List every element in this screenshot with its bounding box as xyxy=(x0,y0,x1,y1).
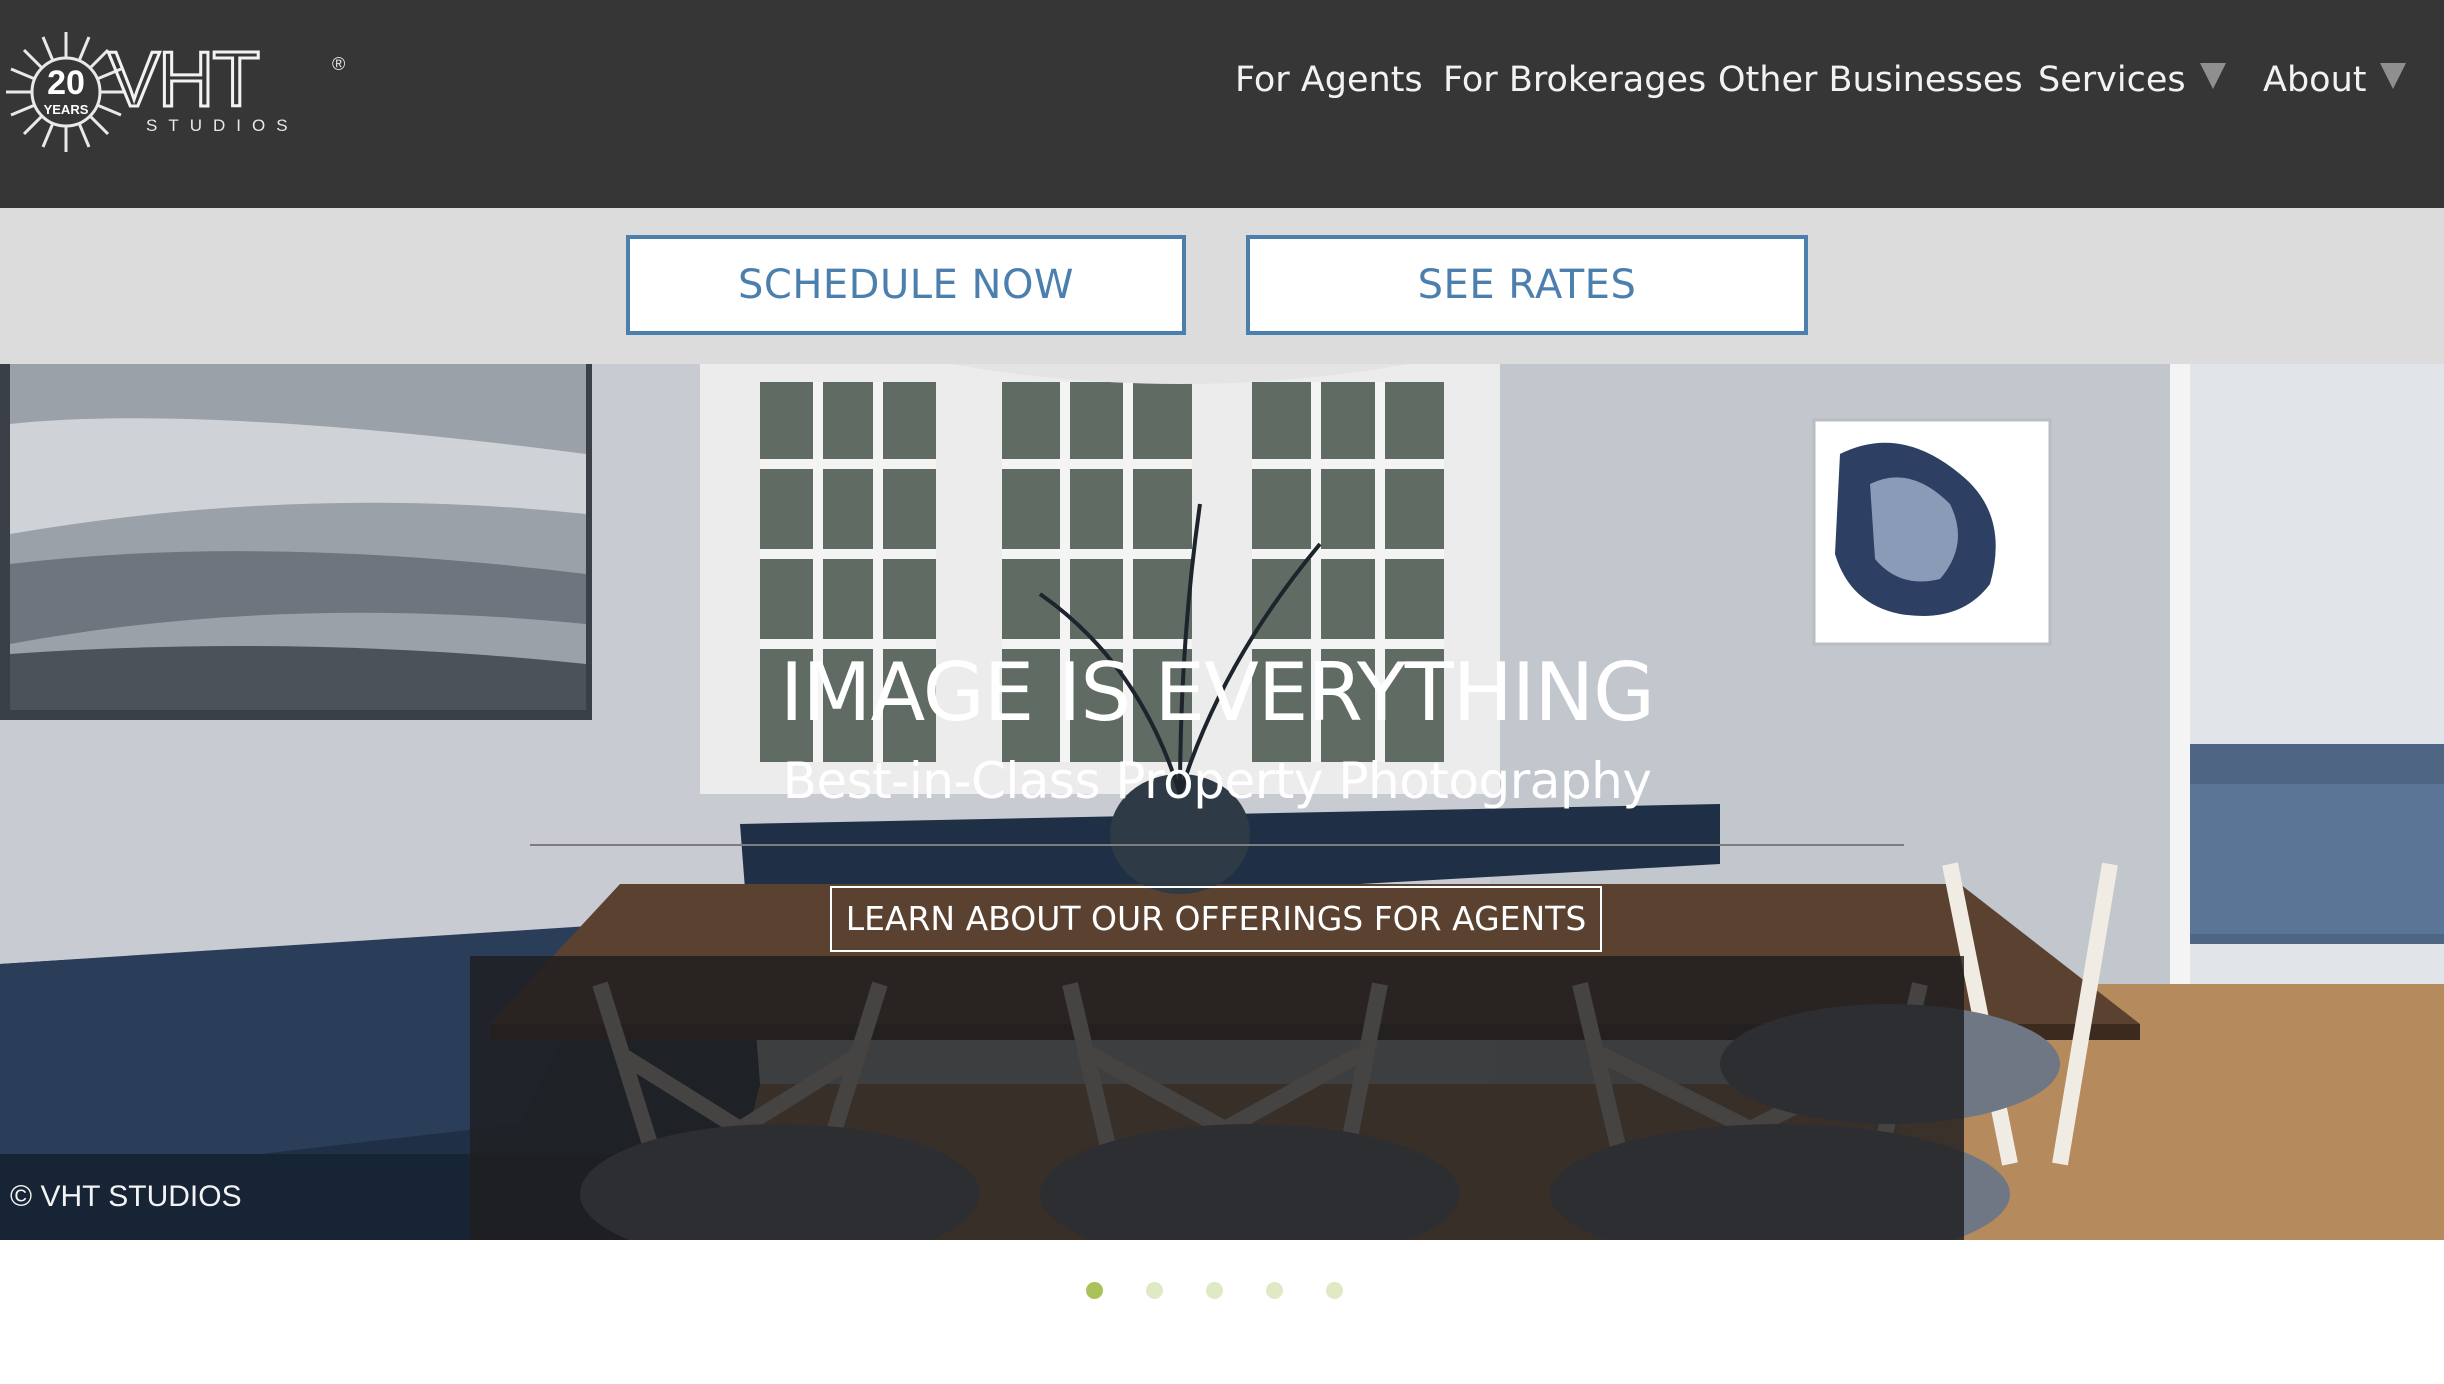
hero-caption: IMAGE IS EVERYTHING Best-in-Class Proper… xyxy=(470,592,1964,1012)
cta-band xyxy=(0,208,2444,364)
nav-services[interactable]: Services xyxy=(2038,48,2226,112)
hero-headline: IMAGE IS EVERYTHING xyxy=(779,646,1655,739)
learn-offerings-agents-button[interactable]: LEARN ABOUT OUR OFFERINGS FOR AGENTS xyxy=(830,886,1602,952)
logo-registered-mark: ® xyxy=(332,54,345,74)
carousel-dot-5[interactable] xyxy=(1326,1282,1343,1299)
schedule-now-button[interactable]: SCHEDULE NOW xyxy=(626,235,1186,335)
nav-for-brokerages[interactable]: For Brokerages xyxy=(1443,48,1706,112)
see-rates-button[interactable]: SEE RATES xyxy=(1246,235,1808,335)
vht-logo[interactable]: 20 YEARS VHT STUDIOS ® xyxy=(0,22,360,162)
site-header: 20 YEARS VHT STUDIOS ® For Agents For Br… xyxy=(0,0,2444,208)
nav-about[interactable]: About xyxy=(2263,48,2407,112)
logo-badge-text: YEARS xyxy=(44,102,89,117)
nav-other-businesses[interactable]: Other Businesses xyxy=(1718,48,2023,112)
carousel-dot-4[interactable] xyxy=(1266,1282,1283,1299)
logo-badge-number: 20 xyxy=(47,64,85,102)
nav-label: About xyxy=(2263,60,2367,100)
photo-credit: © VHT STUDIOS xyxy=(10,1180,242,1213)
hero-divider xyxy=(530,844,1904,846)
logo-sub-brand: STUDIOS xyxy=(146,116,299,135)
nav-label: Services xyxy=(2038,60,2186,100)
carousel-dot-2[interactable] xyxy=(1146,1282,1163,1299)
logo-brand: VHT xyxy=(108,35,258,123)
carousel-pagination xyxy=(1086,1282,1386,1299)
nav-for-agents[interactable]: For Agents xyxy=(1235,48,1423,112)
dropdown-caret-icon xyxy=(2380,63,2407,89)
dropdown-caret-icon xyxy=(2199,63,2226,89)
hero-subhead: Best-in-Class Property Photography xyxy=(782,752,1652,810)
carousel-dot-3[interactable] xyxy=(1206,1282,1223,1299)
nav-label: Other Businesses xyxy=(1718,60,2023,100)
nav-label: For Brokerages xyxy=(1443,60,1707,100)
nav-label: For Agents xyxy=(1235,60,1423,100)
carousel-dot-1[interactable] xyxy=(1086,1282,1103,1299)
